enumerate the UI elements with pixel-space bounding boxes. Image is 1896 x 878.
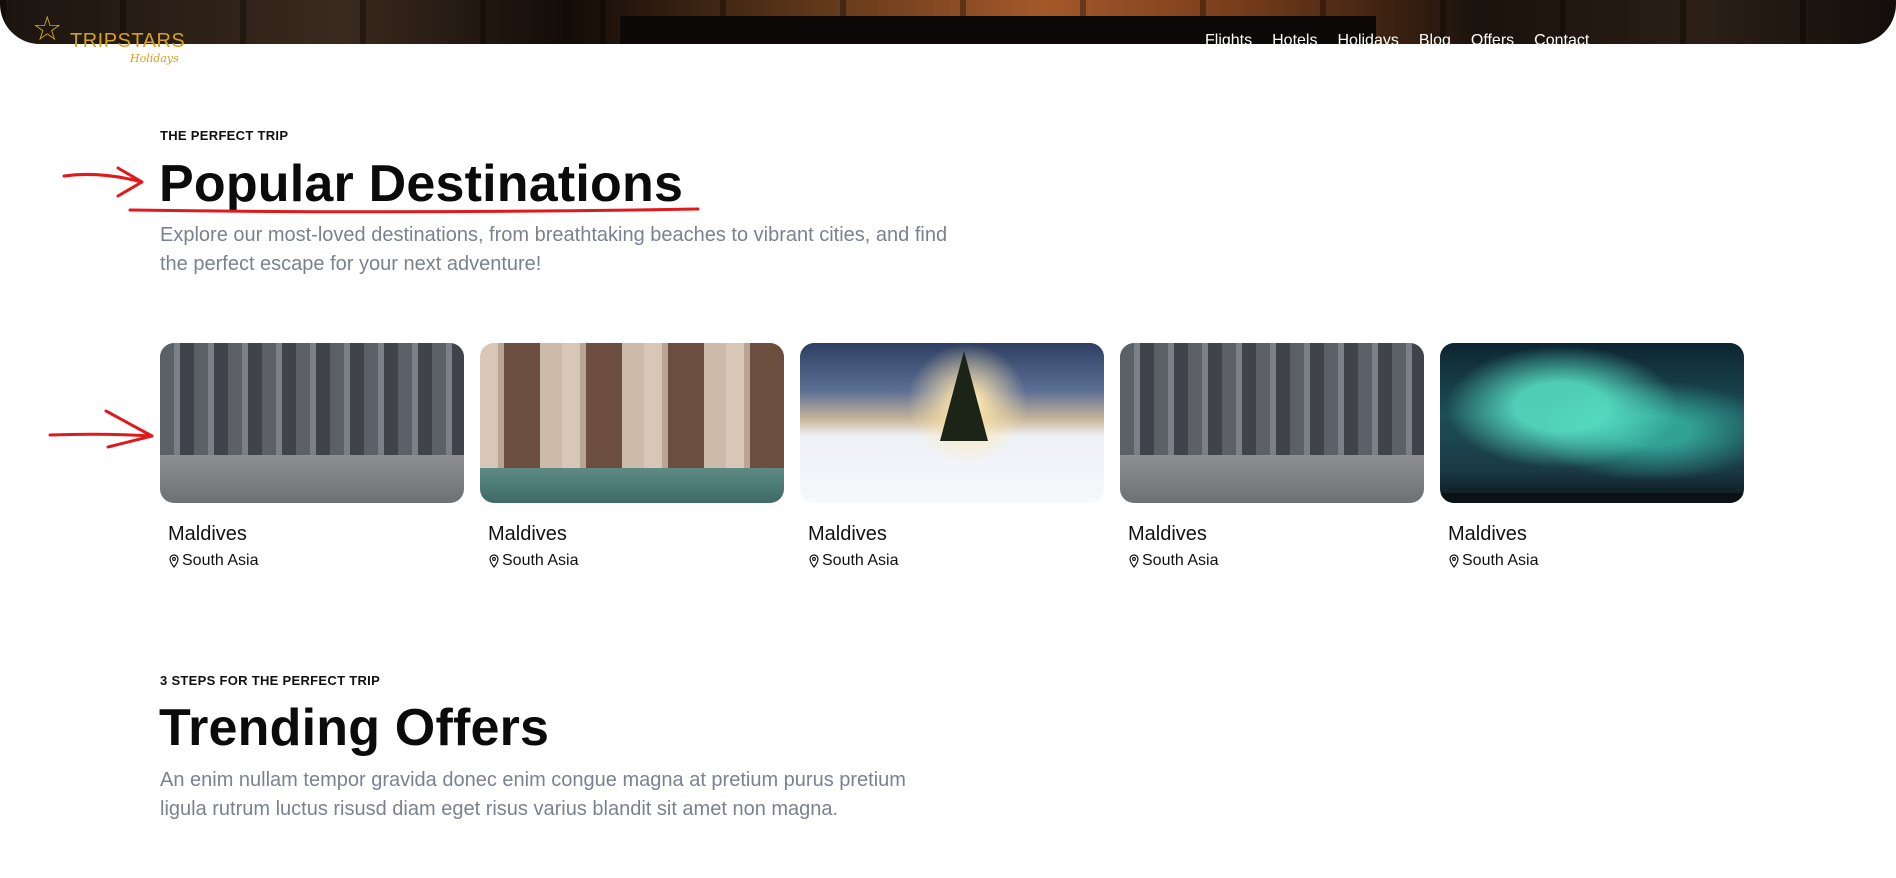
destination-location: South Asia [1448,552,1744,570]
nav-offers[interactable]: Offers [1471,32,1514,50]
destination-image [480,343,784,503]
destination-location: South Asia [808,552,1104,570]
nav-contact[interactable]: Contact [1534,32,1589,50]
nav-blog[interactable]: Blog [1419,32,1451,50]
destination-card[interactable]: Maldives South Asia [480,343,784,570]
destination-location: South Asia [168,552,464,570]
destination-location: South Asia [1128,552,1424,570]
destination-card[interactable]: Maldives South Asia [1440,343,1744,570]
destination-image [1440,343,1744,503]
destination-location: South Asia [488,552,784,570]
map-pin-icon [1129,554,1139,568]
destination-region: South Asia [502,552,579,569]
destinations-lead: Explore our most-loved destinations, fro… [160,224,948,275]
destination-image [800,343,1104,503]
destination-region: South Asia [182,552,259,569]
site-logo[interactable]: ☆ TRIPSTARS Holidays [32,9,186,66]
offers-eyebrow: 3 STEPS FOR THE PERFECT TRIP [160,673,381,688]
destinations-title: Popular Destinations [159,155,684,213]
destination-name: Maldives [1128,523,1207,545]
destination-region: South Asia [1142,552,1219,569]
logo-brand: TRIPSTARS [70,30,186,52]
destination-region: South Asia [1462,552,1539,569]
destination-name: Maldives [168,523,247,545]
map-pin-icon [169,554,179,568]
destination-cards: Maldives South Asia Maldives South Asia … [160,343,1744,570]
offers-lead: An enim nullam tempor gravida donec enim… [160,769,906,820]
tree-shape [940,351,988,441]
nav-hotels[interactable]: Hotels [1272,32,1317,50]
map-pin-icon [489,554,499,568]
nav-flights[interactable]: Flights [1205,32,1252,50]
destination-region: South Asia [822,552,899,569]
logo-tagline: Holidays [130,52,179,65]
destination-name: Maldives [808,523,887,545]
arrow-icon [48,409,154,449]
main-nav: Flights Hotels Holidays Blog Offers Cont… [1205,32,1589,50]
destination-card[interactable]: Maldives South Asia [1120,343,1424,570]
hero-banner [0,0,1896,44]
destination-image [1120,343,1424,503]
destination-image [160,343,464,503]
nav-holidays[interactable]: Holidays [1337,32,1398,50]
destination-card[interactable]: Maldives South Asia [160,343,464,570]
map-pin-icon [809,554,819,568]
offers-title: Trending Offers [159,699,550,757]
horizon-shape [1440,493,1744,503]
destinations-eyebrow: THE PERFECT TRIP [160,128,289,143]
star-icon: ☆ [32,9,63,49]
destination-card[interactable]: Maldives South Asia [800,343,1104,570]
destination-name: Maldives [1448,523,1527,545]
destination-name: Maldives [488,523,567,545]
map-pin-icon [1449,554,1459,568]
arrow-icon [62,166,144,198]
